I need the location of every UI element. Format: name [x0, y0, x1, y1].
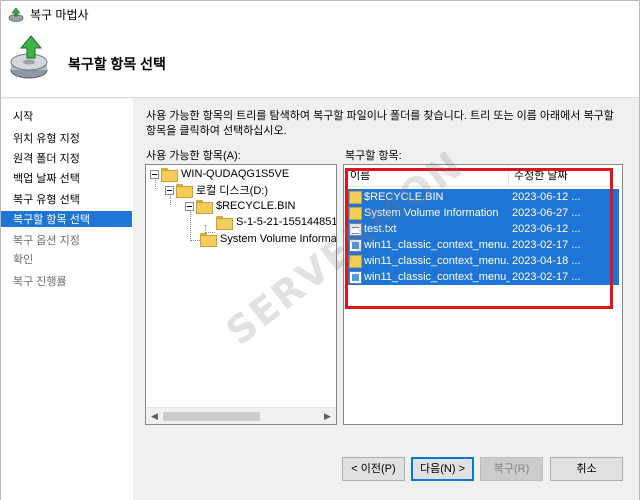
item-name: test.txt: [364, 223, 397, 235]
items-to-restore-label: 복구할 항목:: [345, 150, 402, 162]
collapse-icon[interactable]: [150, 169, 159, 179]
folder-icon: [349, 190, 362, 204]
step-confirmation: 확인: [13, 254, 34, 266]
restore-wizard-window: 복구 마법사 복구할 항목 선택 시작 위치 유형 지정 원격 폴더 지정 백업…: [0, 0, 640, 500]
tree-horizontal-scrollbar[interactable]: ◀ ▶: [146, 407, 336, 424]
item-date: 2023-06-27 ...: [512, 207, 581, 219]
scroll-right-icon[interactable]: ▶: [319, 408, 336, 424]
step-backup-date[interactable]: 백업 날짜 선택: [13, 170, 131, 186]
restore-button: 복구(R): [480, 457, 543, 481]
text-file-icon: [349, 222, 362, 236]
step-select-items[interactable]: 복구할 항목 선택: [1, 211, 132, 227]
tree-node-label: 로컬 디스크(D:): [196, 185, 268, 197]
item-name: win11_classic_context_menu...: [364, 255, 510, 267]
item-date: 2023-02-17 ...: [512, 271, 581, 283]
column-header-date-modified[interactable]: 수정한 날짜: [509, 165, 568, 186]
tree-node-label: WIN-QUDAQG1S5VE: [181, 168, 290, 180]
item-date: 2023-06-12 ...: [512, 223, 581, 235]
item-name: win11_classic_context_menu_...: [364, 271, 510, 283]
tree-node-label: S-1-5-21-155144851: [236, 216, 337, 228]
folder-icon: [176, 183, 193, 198]
column-header-name[interactable]: 이름: [344, 165, 509, 186]
item-name: $RECYCLE.BIN: [364, 191, 444, 203]
step-location-type[interactable]: 위치 유형 지정: [13, 130, 131, 146]
wizard-content: 사용 가능한 항목의 트리를 탐색하여 복구할 파일이나 폴더를 찾습니다. 트…: [133, 99, 639, 500]
next-button[interactable]: 다음(N) >: [411, 457, 474, 481]
list-item[interactable]: win11_classic_context_menu... 2023-02-17…: [348, 237, 619, 253]
tree-node-sid-folder[interactable]: S-1-5-21-155144851: [216, 214, 337, 230]
tree-node-system-volume-info[interactable]: System Volume Informati: [200, 231, 337, 247]
items-to-restore-list[interactable]: 이름 수정한 날짜 $RECYCLE.BIN 2023-06-12 ... Sy…: [343, 164, 623, 425]
list-item[interactable]: win11_classic_context_menu_... 2023-02-1…: [348, 269, 619, 285]
step-restore-options: 복구 옵션 지정: [13, 235, 80, 247]
available-items-label: 사용 가능한 항목(A):: [146, 150, 241, 162]
instructions-text: 사용 가능한 항목의 트리를 탐색하여 복구할 파일이나 폴더를 찾습니다. 트…: [146, 110, 614, 137]
folder-icon: [196, 199, 213, 214]
folder-icon: [216, 215, 233, 230]
backup-restore-icon: [10, 35, 48, 79]
window-title: 복구 마법사: [30, 8, 89, 22]
tree-node-computer[interactable]: WIN-QUDAQG1S5VE: [150, 166, 289, 182]
list-item[interactable]: System Volume Information 2023-06-27 ...: [348, 205, 619, 221]
step-restore-type[interactable]: 복구 유형 선택: [13, 191, 131, 207]
list-item[interactable]: test.txt 2023-06-12 ...: [348, 221, 619, 237]
tree-node-local-disk[interactable]: 로컬 디스크(D:): [165, 182, 268, 198]
list-item[interactable]: $RECYCLE.BIN 2023-06-12 ...: [348, 189, 619, 205]
folder-icon: [349, 254, 362, 268]
available-items-tree[interactable]: WIN-QUDAQG1S5VE 로컬 디스크(D:) $RECYCLE.BIN …: [145, 164, 337, 425]
title-bar: 복구 마법사: [1, 1, 639, 28]
restore-app-icon: [8, 7, 24, 22]
image-file-icon: [349, 270, 362, 284]
item-name: System Volume Information: [364, 207, 499, 219]
step-remote-folder[interactable]: 원격 폴더 지정: [13, 150, 131, 166]
page-title: 복구할 항목 선택: [68, 56, 166, 72]
item-date: 2023-06-12 ...: [512, 191, 581, 203]
folder-icon: [161, 167, 178, 182]
collapse-icon[interactable]: [165, 185, 174, 195]
back-button[interactable]: < 이전(P): [342, 457, 405, 481]
step-progress: 복구 진행률: [13, 276, 67, 288]
item-date: 2023-02-17 ...: [512, 239, 581, 251]
tree-node-recycle-bin[interactable]: $RECYCLE.BIN: [185, 198, 295, 214]
tree-node-label: System Volume Informati: [220, 233, 337, 245]
image-file-icon: [349, 238, 362, 252]
scroll-left-icon[interactable]: ◀: [146, 408, 163, 424]
list-item[interactable]: win11_classic_context_menu... 2023-04-18…: [348, 253, 619, 269]
scrollbar-thumb[interactable]: [163, 412, 260, 421]
item-date: 2023-04-18 ...: [512, 255, 581, 267]
step-start[interactable]: 시작: [13, 108, 131, 124]
wizard-header: 복구할 항목 선택: [1, 28, 639, 98]
cancel-button[interactable]: 취소: [550, 457, 623, 481]
tree-node-label: $RECYCLE.BIN: [216, 200, 296, 212]
folder-icon: [349, 206, 362, 220]
collapse-icon[interactable]: [185, 201, 194, 211]
item-name: win11_classic_context_menu...: [364, 239, 510, 251]
folder-icon: [200, 232, 217, 247]
wizard-steps-sidebar: 시작 위치 유형 지정 원격 폴더 지정 백업 날짜 선택 복구 유형 선택 복…: [1, 99, 133, 500]
list-header: 이름 수정한 날짜: [344, 165, 622, 187]
